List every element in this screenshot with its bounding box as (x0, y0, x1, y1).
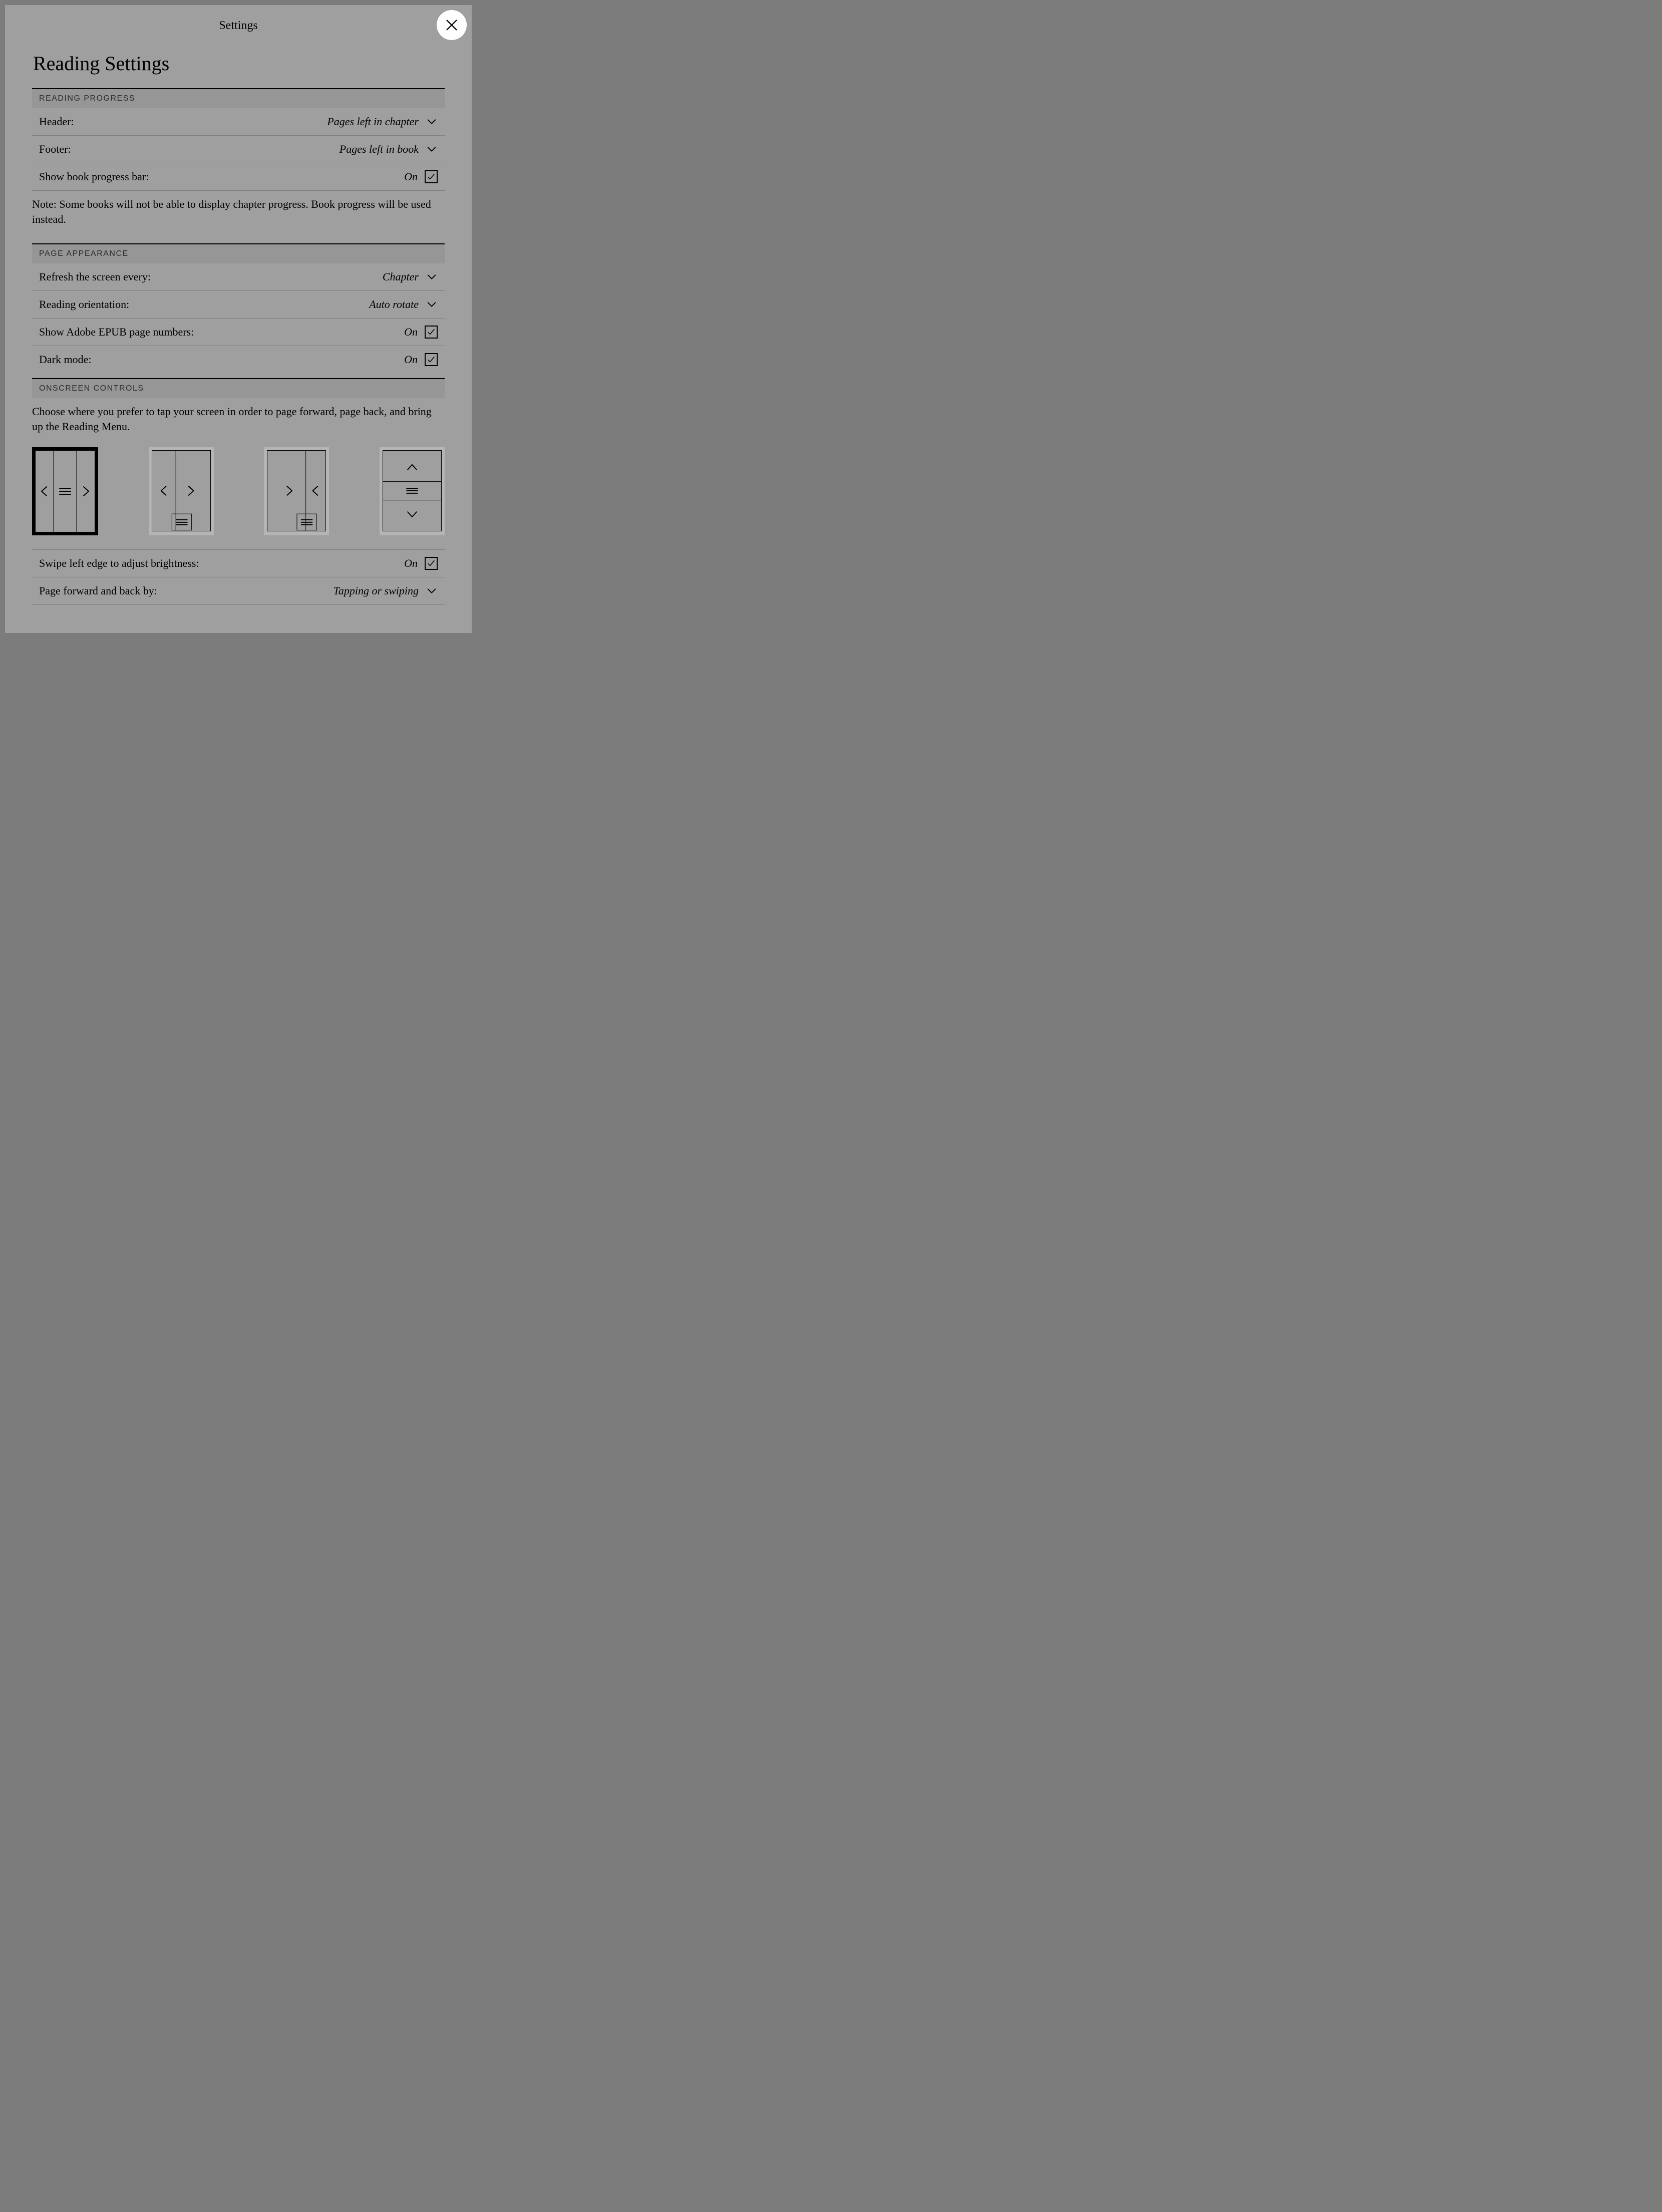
refresh-value: Chapter (383, 270, 419, 283)
close-button[interactable] (437, 10, 467, 40)
layout-diagram-2-icon (152, 451, 210, 531)
header-value: Pages left in chapter (327, 115, 419, 128)
row-header-setting[interactable]: Header: Pages left in chapter (32, 108, 445, 136)
modal-header: Settings (5, 5, 472, 42)
chevron-down-icon (426, 116, 438, 128)
page-method-label: Page forward and back by: (39, 584, 157, 597)
section-onscreen-controls: ONSCREEN CONTROLS Choose where you prefe… (32, 378, 445, 604)
check-icon (427, 559, 436, 568)
header-label: Header: (39, 115, 74, 128)
orientation-value: Auto rotate (369, 298, 419, 311)
dark-mode-checkbox[interactable] (425, 353, 438, 366)
page-method-value: Tapping or swiping (334, 584, 419, 597)
layout-tiles (32, 447, 445, 535)
adobe-value: On (404, 326, 418, 339)
section-page-appearance: PAGE APPEARANCE Refresh the screen every… (32, 243, 445, 373)
progress-bar-checkbox[interactable] (425, 170, 438, 183)
row-swipe-brightness[interactable]: Swipe left edge to adjust brightness: On (32, 550, 445, 577)
row-page-method[interactable]: Page forward and back by: Tapping or swi… (32, 577, 445, 605)
modal-title: Settings (219, 19, 257, 32)
row-show-progress-bar[interactable]: Show book progress bar: On (32, 163, 445, 191)
row-dark-mode[interactable]: Dark mode: On (32, 346, 445, 373)
section-header-onscreen-controls: ONSCREEN CONTROLS (32, 378, 445, 398)
page-title: Reading Settings (33, 52, 445, 75)
adobe-checkbox[interactable] (425, 326, 438, 339)
check-icon (427, 328, 436, 337)
dark-mode-label: Dark mode: (39, 353, 91, 366)
section-header-page-appearance: PAGE APPEARANCE (32, 243, 445, 263)
adobe-label: Show Adobe EPUB page numbers: (39, 326, 194, 339)
swipe-brightness-checkbox[interactable] (425, 557, 438, 570)
layout-option-3[interactable] (264, 447, 329, 535)
layout-option-4[interactable] (380, 447, 445, 535)
section-reading-progress: READING PROGRESS Header: Pages left in c… (32, 88, 445, 238)
close-icon (445, 18, 459, 32)
chevron-down-icon (426, 585, 438, 597)
row-reading-orientation[interactable]: Reading orientation: Auto rotate (32, 291, 445, 319)
layout-diagram-3-icon (267, 451, 325, 531)
refresh-label: Refresh the screen every: (39, 270, 151, 283)
swipe-brightness-value: On (404, 557, 418, 570)
layout-option-2[interactable] (149, 447, 214, 535)
chevron-down-icon (426, 298, 438, 310)
row-refresh-screen[interactable]: Refresh the screen every: Chapter (32, 263, 445, 291)
row-adobe-epub[interactable]: Show Adobe EPUB page numbers: On (32, 319, 445, 346)
progress-bar-value: On (404, 170, 418, 183)
progress-bar-label: Show book progress bar: (39, 170, 149, 183)
section-header-reading-progress: READING PROGRESS (32, 88, 445, 108)
footer-value: Pages left in book (340, 143, 419, 156)
check-icon (427, 172, 436, 181)
dark-mode-value: On (404, 353, 418, 366)
progress-note: Note: Some books will not be able to dis… (32, 191, 445, 238)
row-footer-setting[interactable]: Footer: Pages left in book (32, 136, 445, 163)
layout-option-1[interactable] (32, 447, 98, 535)
layout-diagram-4-icon (383, 451, 441, 531)
footer-label: Footer: (39, 143, 71, 156)
settings-modal: Settings Reading Settings READING PROGRE… (5, 5, 472, 633)
orientation-label: Reading orientation: (39, 298, 129, 311)
swipe-brightness-label: Swipe left edge to adjust brightness: (39, 557, 199, 570)
chevron-down-icon (426, 143, 438, 155)
onscreen-desc: Choose where you prefer to tap your scre… (32, 398, 445, 437)
chevron-down-icon (426, 271, 438, 283)
layout-diagram-1-icon (36, 451, 95, 532)
check-icon (427, 355, 436, 364)
content-area: Reading Settings READING PROGRESS Header… (5, 52, 472, 605)
